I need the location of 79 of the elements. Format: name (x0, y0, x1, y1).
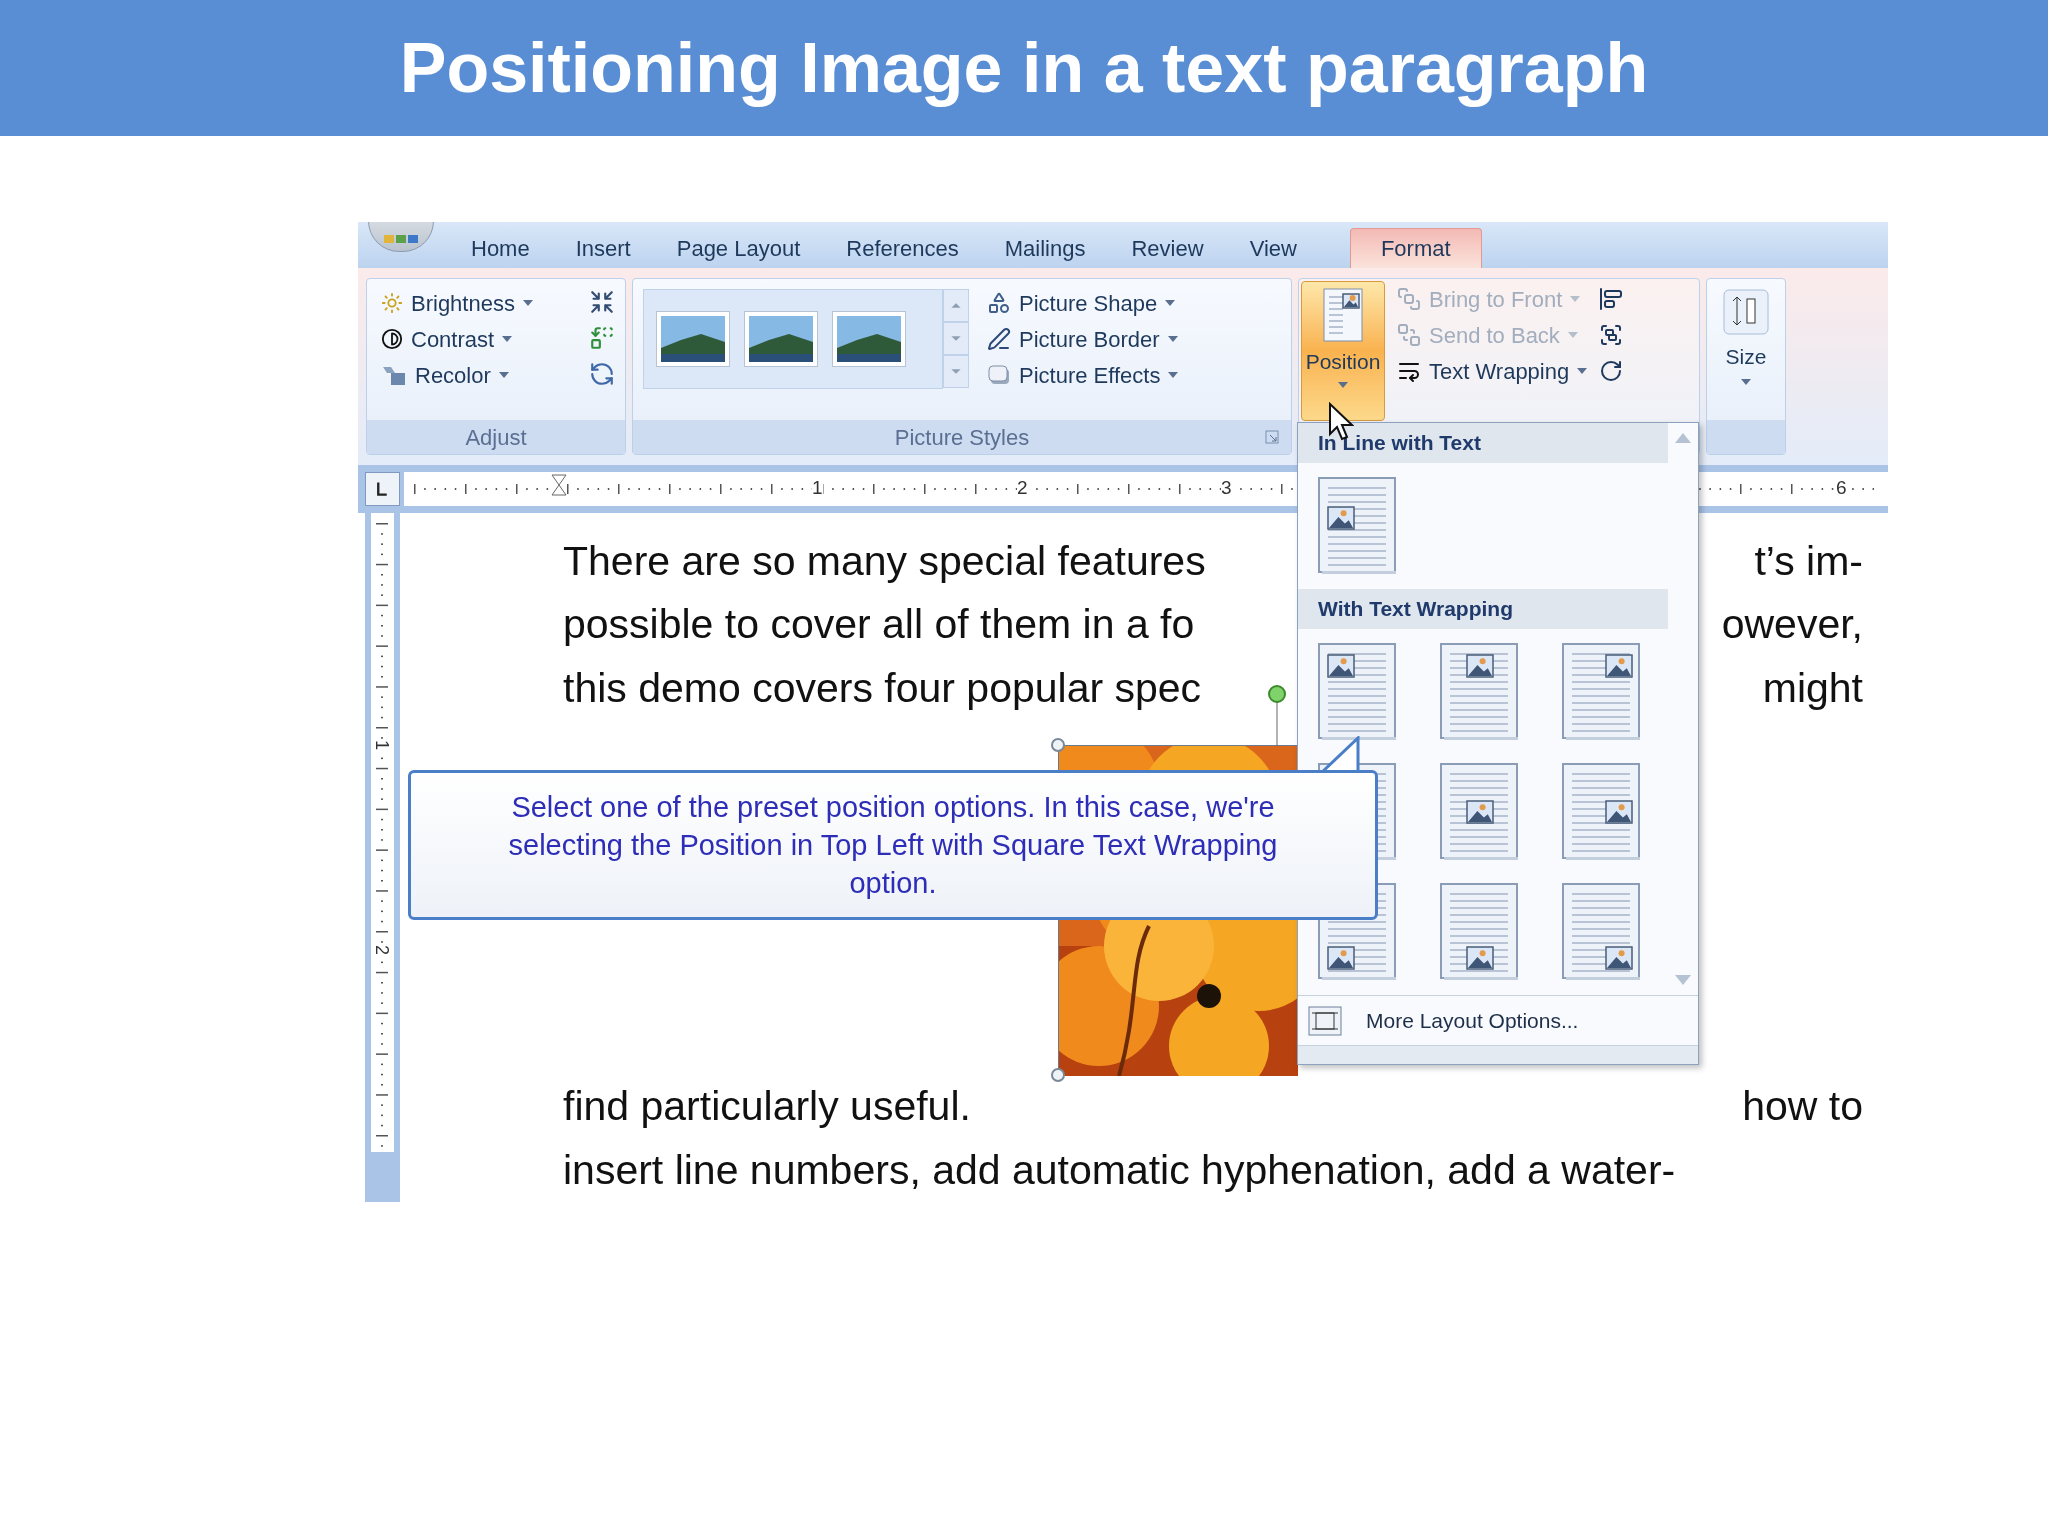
caret-icon (1741, 378, 1751, 385)
caret-icon (1567, 332, 1578, 338)
caret-icon (1165, 300, 1176, 306)
callout-text: Select one of the preset position options. In this case, we're (511, 790, 1275, 825)
document-text: insert line numbers, add automatic hyphenation, add a water- (563, 1145, 1676, 1195)
layout-option[interactable] (1318, 643, 1398, 741)
selection-handle[interactable] (1050, 737, 1066, 753)
ribbon-command[interactable]: Picture Effects (983, 357, 1183, 393)
ribbon-tab[interactable]: Format (1349, 228, 1482, 268)
caret-icon (1167, 336, 1178, 342)
ribbon-command[interactable]: Text Wrapping (1393, 353, 1592, 389)
ribbon-tab[interactable]: Review (1108, 228, 1227, 268)
reset-icon[interactable] (589, 361, 615, 387)
ribbon-command[interactable]: Picture Border (983, 321, 1183, 357)
rotate-icon[interactable] (1599, 359, 1624, 383)
size-icon (1723, 289, 1769, 335)
document-text: find particularly useful. (563, 1082, 971, 1132)
group-label: Adjust (465, 423, 527, 452)
slide-title: Positioning Image in a text paragraph (399, 27, 1649, 109)
ribbon-command[interactable]: Recolor (377, 357, 537, 393)
tab-stop-icon[interactable] (365, 472, 400, 506)
ribbon-tab[interactable]: Page Layout (653, 228, 824, 268)
picture-style-thumbnail[interactable] (832, 311, 906, 367)
document-text: There are so many special features (563, 536, 1206, 586)
layout-option[interactable] (1562, 643, 1642, 741)
layout-option[interactable] (1562, 883, 1642, 981)
layout-option[interactable] (1440, 763, 1520, 861)
align-icon[interactable] (1599, 287, 1624, 311)
layout-option[interactable] (1318, 477, 1398, 575)
callout-text: selecting the Position in Top Left with Square Text Wrapping (508, 828, 1278, 863)
layout-option[interactable] (1440, 883, 1520, 981)
brightness-icon (381, 292, 403, 314)
document-text: possible to cover all of them in a fo (563, 600, 1195, 650)
shapes-icon (987, 291, 1011, 315)
document-text: how to (1742, 1082, 1863, 1132)
caret-icon (1168, 372, 1179, 378)
selection-handle[interactable] (1050, 1067, 1066, 1083)
ribbon-tab[interactable]: Home (448, 228, 553, 268)
ribbon-tab[interactable]: Insert (552, 228, 654, 268)
send-back-icon (1397, 323, 1421, 347)
layout-options-icon (1308, 1005, 1342, 1036)
pen-icon (987, 327, 1011, 351)
document-text: owever, (1721, 600, 1863, 650)
layout-option[interactable] (1440, 643, 1520, 741)
rotation-handle[interactable] (1267, 684, 1287, 746)
change-picture-icon[interactable] (589, 325, 615, 351)
ribbon-command[interactable]: Brightness (377, 285, 537, 321)
position-icon (1323, 288, 1363, 342)
ribbon-tab[interactable]: References (823, 228, 982, 268)
dialog-launcher-icon[interactable] (1265, 430, 1279, 444)
layout-option[interactable] (1562, 763, 1642, 861)
document-text: this demo covers four popular spec (563, 663, 1202, 713)
compress-icon[interactable] (589, 289, 615, 315)
document-text: might (1762, 663, 1863, 713)
caret-icon (1570, 296, 1581, 302)
contrast-icon (381, 328, 403, 350)
ribbon-command[interactable]: Picture Shape (983, 285, 1183, 321)
caret-icon (522, 300, 533, 306)
picture-style-thumbnail[interactable] (744, 311, 818, 367)
picture-style-thumbnail[interactable] (656, 311, 730, 367)
caret-icon (502, 336, 513, 342)
caret-icon (1338, 381, 1348, 388)
bring-front-icon (1397, 287, 1421, 311)
group-icon[interactable] (1599, 323, 1624, 347)
menu-heading: In Line with Text (1318, 430, 1481, 457)
resize-gripper[interactable] (1298, 1045, 1698, 1064)
group-label: Picture Styles (894, 423, 1030, 452)
menu-heading: With Text Wrapping (1318, 596, 1514, 623)
effects-icon (987, 364, 1011, 386)
caret-icon (498, 372, 509, 378)
document-text: t’s im- (1754, 536, 1863, 586)
callout-text: option. (849, 866, 937, 901)
ribbon-tab[interactable]: Mailings (981, 228, 1109, 268)
position-button[interactable]: Position (1301, 281, 1385, 421)
size-button[interactable]: Size (1717, 285, 1775, 420)
ribbon-tab[interactable]: View (1226, 228, 1320, 268)
indent-marker[interactable] (551, 474, 567, 496)
caret-icon (1577, 368, 1588, 374)
ribbon-command[interactable]: Contrast (377, 321, 537, 357)
